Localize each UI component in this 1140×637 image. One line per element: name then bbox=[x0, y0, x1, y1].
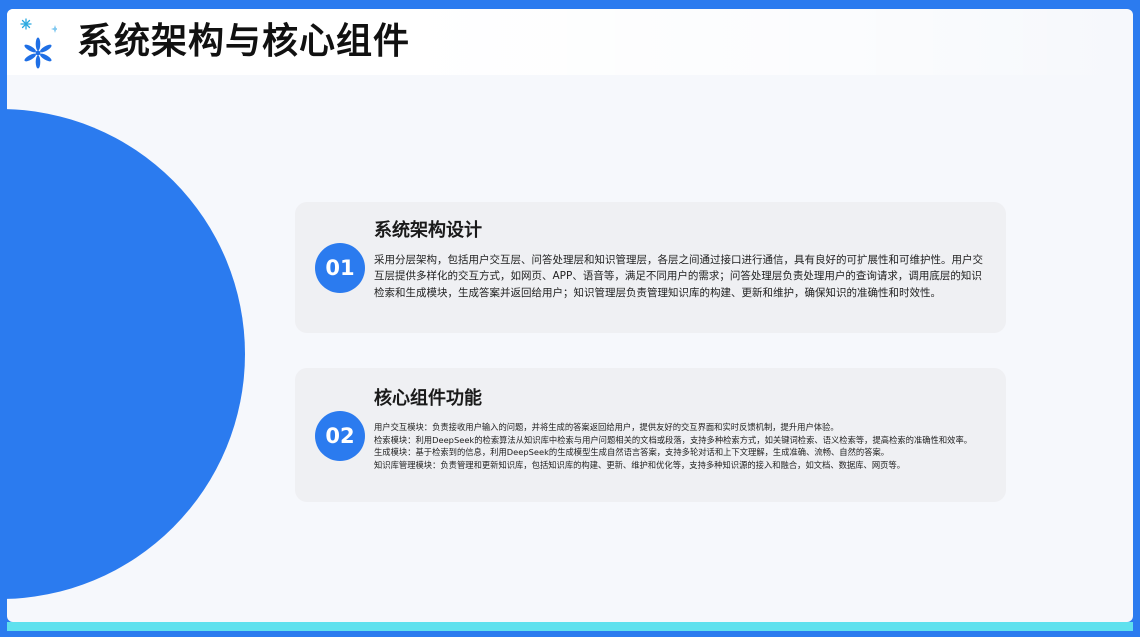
section-body: 采用分层架构，包括用户交互层、问答处理层和知识管理层，各层之间通过接口进行通信，… bbox=[374, 252, 992, 301]
section-paragraph: 用户交互模块：负责接收用户输入的问题，并将生成的答案返回给用户，提供友好的交互界… bbox=[374, 422, 839, 432]
section-paragraph: 知识库管理模块：负责管理和更新知识库，包括知识库的构建、更新、维护和优化等，支持… bbox=[374, 459, 906, 470]
section-title: 系统架构设计 bbox=[374, 220, 482, 241]
section-title: 核心组件功能 bbox=[374, 388, 482, 409]
section-number-badge: 02 bbox=[315, 411, 365, 461]
section-paragraph: 采用分层架构，包括用户交互层、问答处理层和知识管理层，各层之间通过接口进行通信，… bbox=[374, 254, 983, 299]
section-paragraph: 检索模块：利用DeepSeek的检索算法从知识库中检索与用户问题相关的文档或段落… bbox=[374, 434, 973, 445]
decorative-circle bbox=[7, 109, 245, 599]
sparkle-icon bbox=[20, 18, 57, 69]
title-bar: 系统架构与核心组件 bbox=[7, 9, 1133, 75]
section-paragraph: 生成模块：基于检索到的信息，利用DeepSeek的生成模型生成自然语言答案，支持… bbox=[374, 447, 890, 458]
section-body: 用户交互模块：负责接收用户输入的问题，并将生成的答案返回给用户，提供友好的交互界… bbox=[374, 421, 992, 471]
page-title: 系统架构与核心组件 bbox=[77, 21, 411, 62]
section-card-components: 02 核心组件功能 用户交互模块：负责接收用户输入的问题，并将生成的答案返回给用… bbox=[295, 368, 1006, 502]
section-number-badge: 01 bbox=[315, 243, 365, 293]
slide: 系统架构与核心组件 01 系统架构设计 采用分层架构，包括用户交互层、问答处理层… bbox=[7, 9, 1133, 622]
section-card-architecture: 01 系统架构设计 采用分层架构，包括用户交互层、问答处理层和知识管理层，各层之… bbox=[295, 202, 1006, 333]
bottom-accent-band bbox=[7, 622, 1133, 631]
